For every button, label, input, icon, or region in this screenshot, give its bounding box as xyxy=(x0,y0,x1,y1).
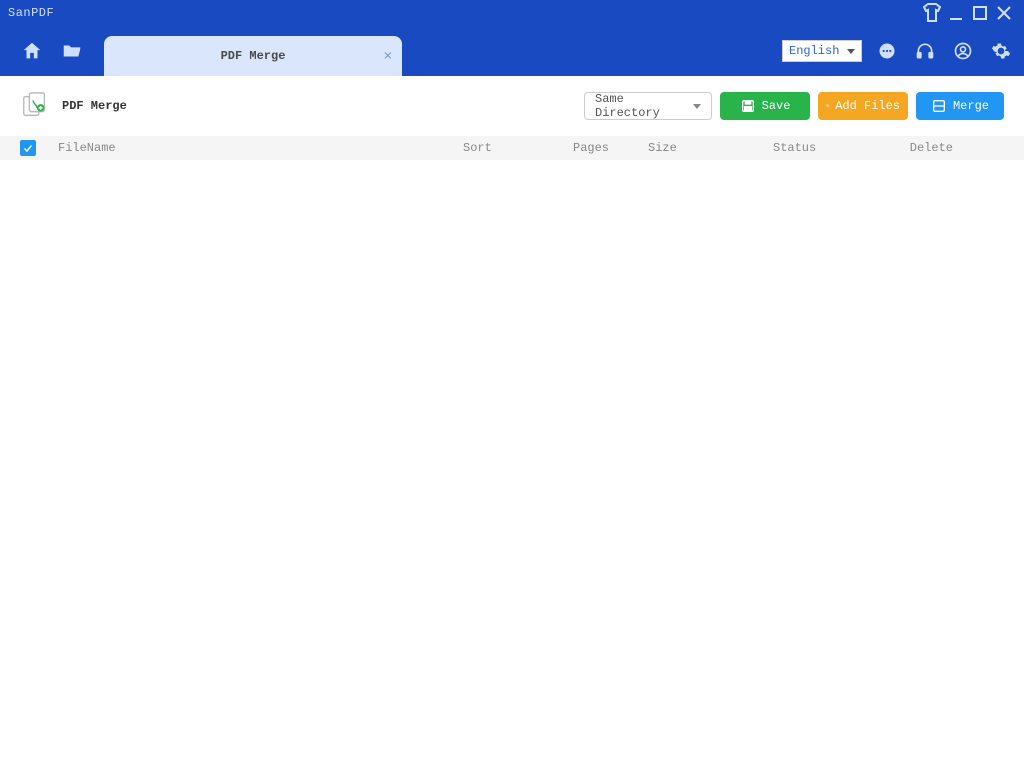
add-files-button[interactable]: Add Files xyxy=(818,92,908,120)
column-status: Status xyxy=(773,141,903,155)
column-filename: FileName xyxy=(58,141,463,155)
table-header-row: FileName Sort Pages Size Status Delete xyxy=(0,136,1024,160)
file-list-area xyxy=(0,160,1024,768)
merge-button[interactable]: Merge xyxy=(916,92,1004,120)
column-sort: Sort xyxy=(463,141,573,155)
user-icon[interactable] xyxy=(950,38,976,64)
app-title: SanPDF xyxy=(8,6,54,20)
chevron-down-icon xyxy=(847,49,855,54)
title-bar: SanPDF xyxy=(0,0,1024,26)
headphones-icon[interactable] xyxy=(912,38,938,64)
tab-pdf-merge[interactable]: PDF Merge ✕ xyxy=(104,36,402,76)
gear-icon[interactable] xyxy=(988,38,1014,64)
save-button[interactable]: Save xyxy=(720,92,810,120)
tab-label: PDF Merge xyxy=(221,49,286,63)
toolbar: PDF Merge Same Directory Save Add Files … xyxy=(0,76,1024,136)
column-delete: Delete xyxy=(903,141,953,155)
folder-open-icon[interactable] xyxy=(58,37,86,65)
page-title: PDF Merge xyxy=(62,99,127,113)
column-size: Size xyxy=(648,141,773,155)
select-all-checkbox[interactable] xyxy=(20,140,36,156)
pdf-merge-icon xyxy=(20,91,50,121)
save-icon xyxy=(740,98,756,114)
chat-icon[interactable] xyxy=(874,38,900,64)
save-label: Save xyxy=(762,99,791,113)
home-icon[interactable] xyxy=(18,37,46,65)
column-pages: Pages xyxy=(573,141,648,155)
chevron-down-icon xyxy=(693,104,701,109)
close-icon[interactable] xyxy=(992,1,1016,25)
directory-value: Same Directory xyxy=(595,92,693,120)
tab-close-icon[interactable]: ✕ xyxy=(384,48,392,65)
merge-icon xyxy=(931,98,947,114)
tshirt-icon[interactable] xyxy=(920,1,944,25)
merge-label: Merge xyxy=(953,99,989,113)
output-directory-select[interactable]: Same Directory xyxy=(584,92,712,120)
maximize-icon[interactable] xyxy=(968,1,992,25)
minimize-icon[interactable] xyxy=(944,1,968,25)
add-files-label: Add Files xyxy=(835,99,900,113)
plus-square-icon xyxy=(826,98,829,114)
header-bar: PDF Merge ✕ English xyxy=(0,26,1024,76)
language-select[interactable]: English xyxy=(782,40,862,62)
language-value: English xyxy=(789,44,839,58)
